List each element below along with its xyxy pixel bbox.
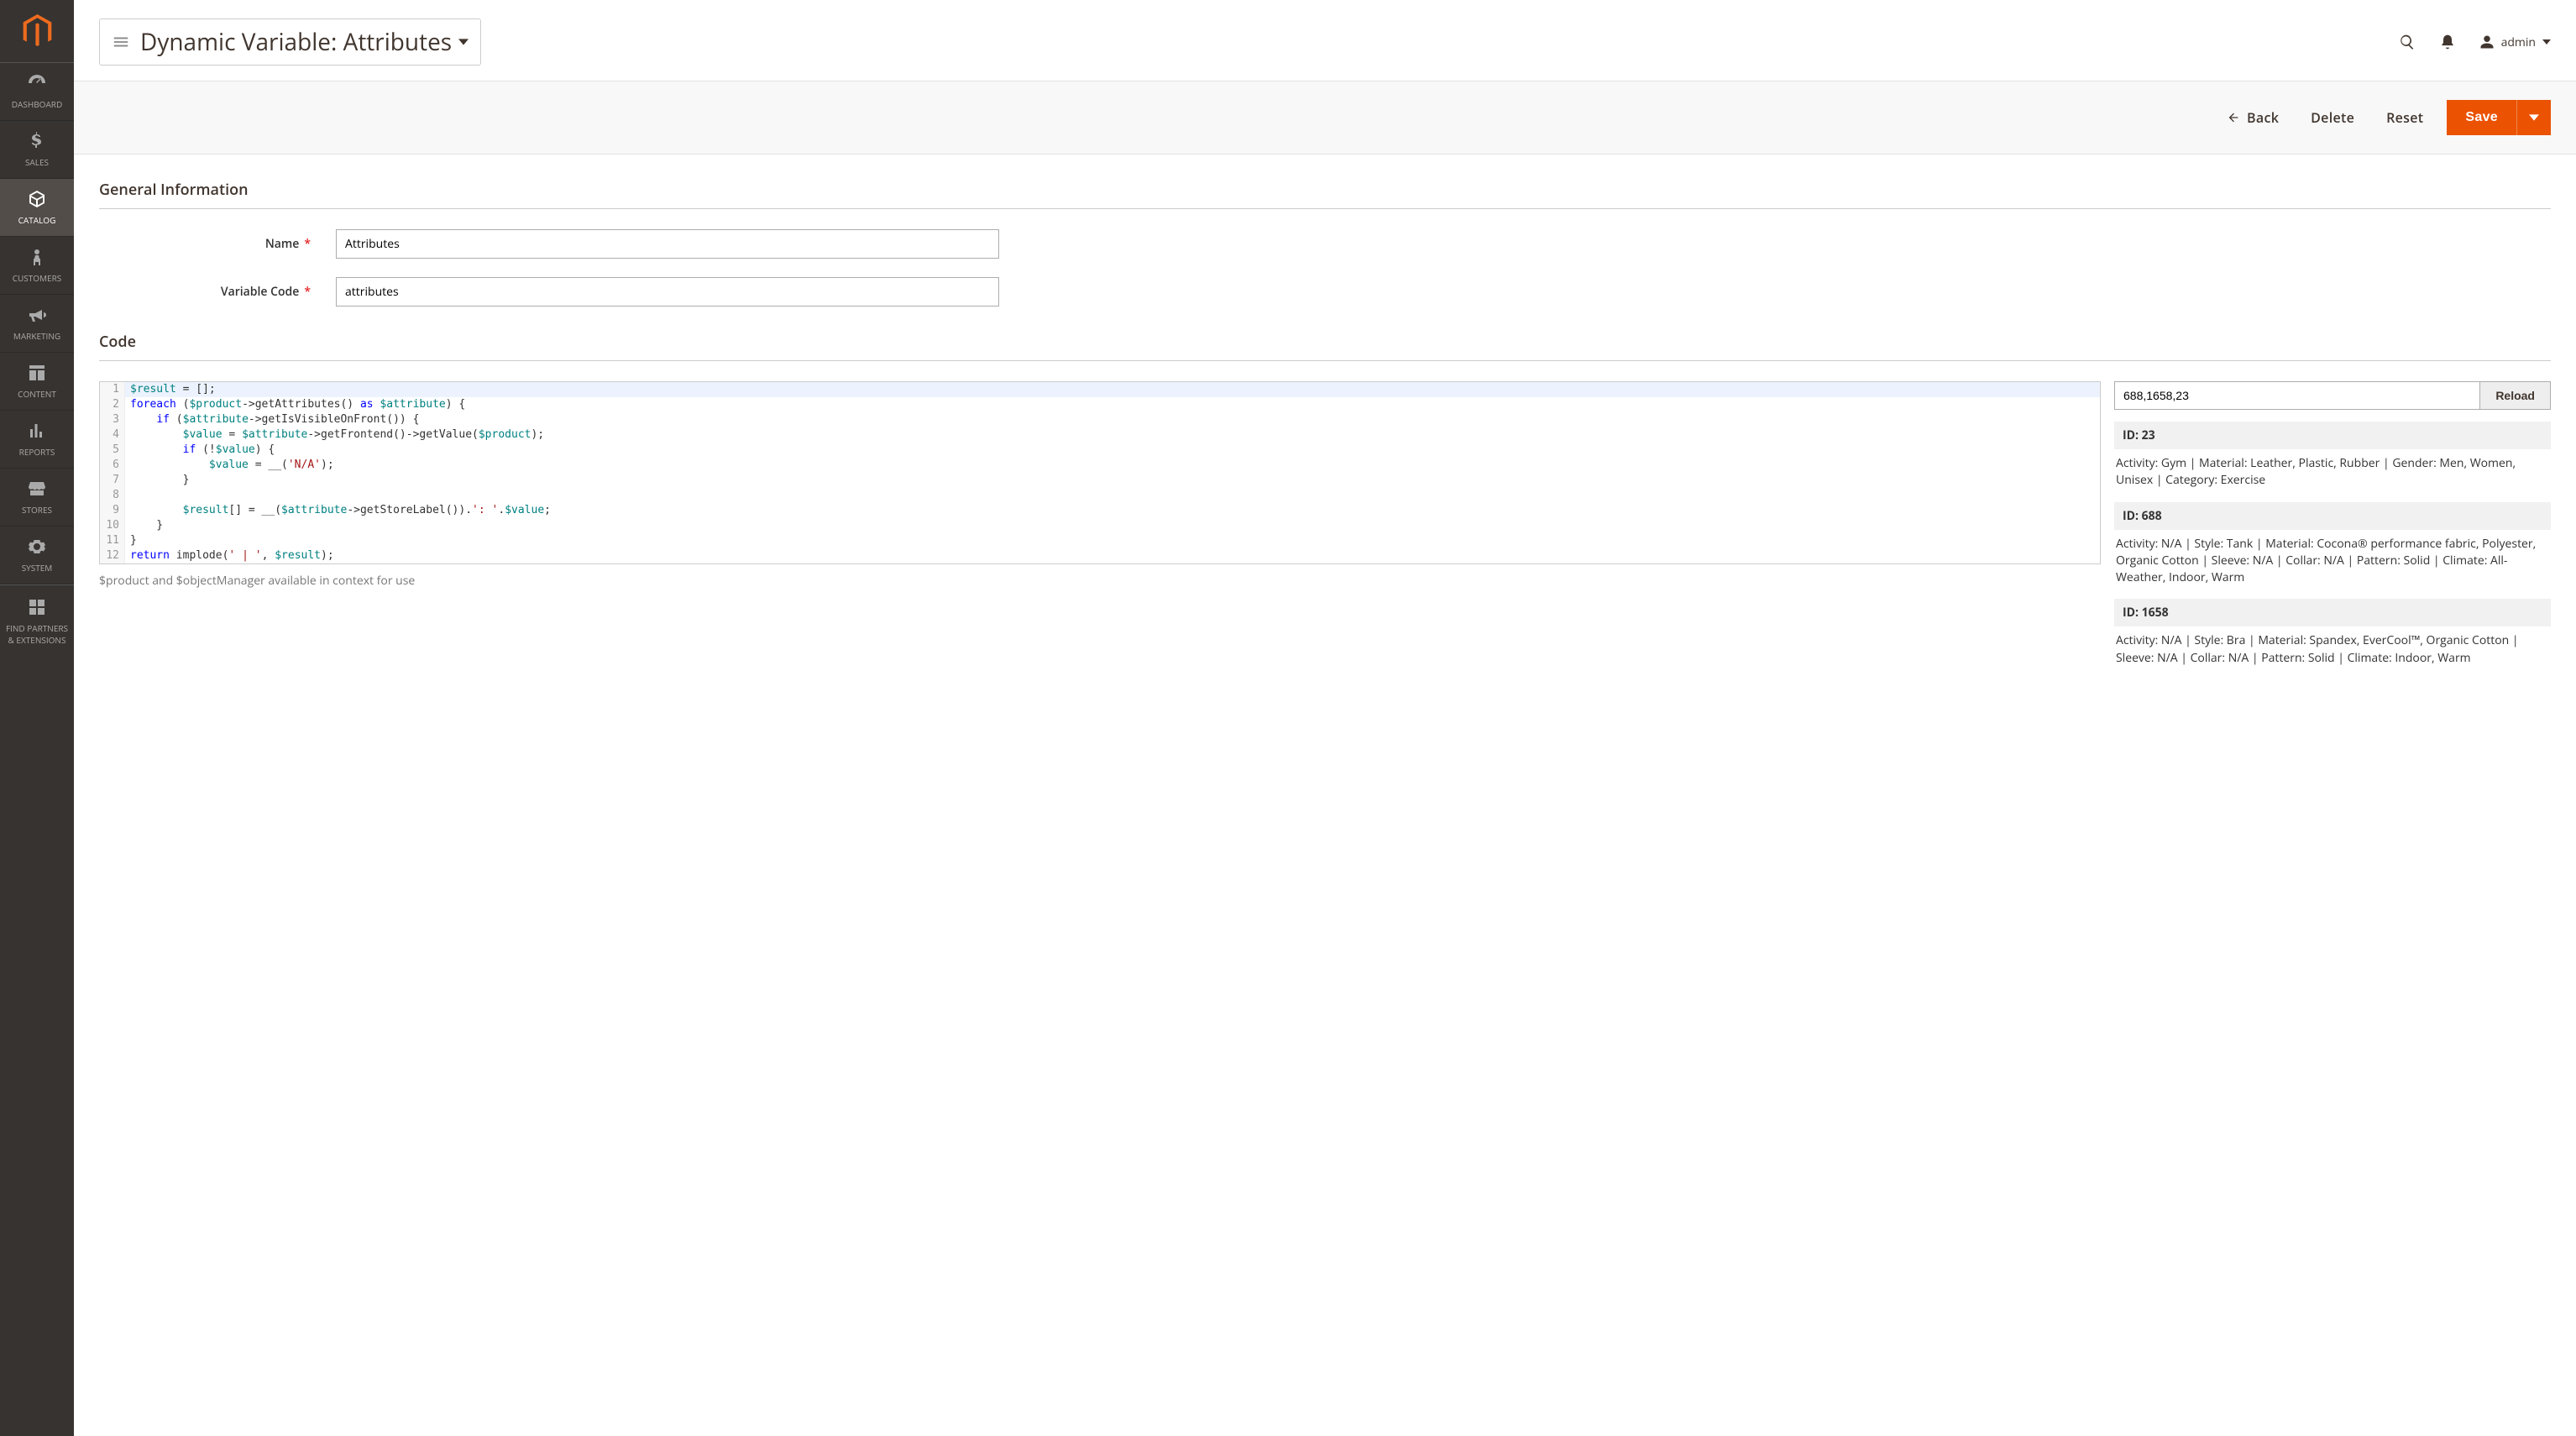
storefront-icon [27,479,47,499]
page-title: Dynamic Variable: Attributes [140,26,452,58]
bullhorn-icon [27,305,47,325]
page-title-dropdown[interactable]: Dynamic Variable: Attributes [99,18,481,66]
preview-result-body: Activity: Gym | Material: Leather, Plast… [2114,449,2551,495]
page-header: Dynamic Variable: Attributes admin [74,0,2576,81]
section-code-title: Code [99,332,2551,352]
variable-code-input[interactable] [336,277,999,307]
search-icon[interactable] [2399,34,2416,50]
preview-result-head: ID: 23 [2114,422,2551,449]
code-line: 8 [100,488,2100,503]
caret-down-icon [2529,113,2539,123]
person-icon [27,247,47,267]
code-line: 9 $result[] = __($attribute->getStoreLab… [100,503,2100,518]
cube-icon [27,189,47,209]
bars-icon [27,421,47,441]
sidebar-item-dashboard[interactable]: DASHBOARD [0,63,74,121]
code-line: 6 $value = __('N/A'); [100,458,2100,473]
name-label: Name* [99,236,336,252]
preview-result: ID: 1658Activity: N/A | Style: Bra | Mat… [2114,599,2551,673]
back-button[interactable]: Back [2227,108,2279,127]
preview-result-head: ID: 1658 [2114,599,2551,626]
preview-result: ID: 23Activity: Gym | Material: Leather,… [2114,422,2551,495]
action-bar: Back Delete Reset Save [74,81,2576,155]
sidebar-item-customers[interactable]: CUSTOMERS [0,237,74,295]
sidebar-item-sales[interactable]: SALES [0,121,74,179]
reset-button[interactable]: Reset [2386,108,2423,127]
caret-down-icon [2542,38,2551,46]
preview-result-head: ID: 688 [2114,502,2551,530]
preview-result-body: Activity: N/A | Style: Tank | Material: … [2114,530,2551,593]
code-line: 4 $value = $attribute->getFrontend()->ge… [100,427,2100,443]
section-general-title: General Information [99,180,2551,200]
sidebar-item-content[interactable]: CONTENT [0,353,74,411]
save-dropdown-button[interactable] [2516,100,2551,135]
preview-result-body: Activity: N/A | Style: Bra | Material: S… [2114,626,2551,673]
code-line: 12return implode(' | ', $result); [100,548,2100,563]
sidebar-item-stores[interactable]: STORES [0,469,74,527]
name-input[interactable] [336,229,999,259]
dashboard-icon [27,73,47,93]
preview-result: ID: 688Activity: N/A | Style: Tank | Mat… [2114,502,2551,593]
sidebar-item-system[interactable]: SYSTEM [0,527,74,584]
sidebar-item-reports[interactable]: REPORTS [0,411,74,469]
code-line: 7 } [100,473,2100,488]
layout-icon [27,363,47,383]
variable-code-label: Variable Code* [99,284,336,300]
notifications-icon[interactable] [2439,34,2456,50]
caret-down-icon [458,37,469,47]
save-button[interactable]: Save [2447,100,2516,135]
admin-sidebar: DASHBOARDSALESCATALOGCUSTOMERSMARKETINGC… [0,0,74,1436]
code-line: 2foreach ($product->getAttributes() as $… [100,397,2100,412]
reload-button[interactable]: Reload [2480,381,2551,410]
user-menu[interactable]: admin [2479,34,2551,50]
sidebar-item-catalog[interactable]: CATALOG [0,179,74,237]
sidebar-item-find-partners-extensions[interactable]: FIND PARTNERS & EXTENSIONS [0,584,74,658]
code-editor[interactable]: 1$result = [];2foreach ($product->getAtt… [99,381,2101,564]
code-line: 3 if ($attribute->getIsVisibleOnFront())… [100,412,2100,427]
dollar-icon [27,131,47,151]
hamburger-icon [112,33,130,51]
blocks-icon [27,597,47,617]
code-line: 5 if (!$value) { [100,443,2100,458]
delete-button[interactable]: Delete [2311,108,2354,127]
magento-logo[interactable] [0,0,74,63]
code-line: 1$result = []; [100,382,2100,397]
code-line: 11} [100,533,2100,548]
gear-icon [27,537,47,557]
code-hint: $product and $objectManager available in… [99,573,2101,589]
code-line: 10 } [100,518,2100,533]
arrow-left-icon [2227,111,2240,124]
preview-ids-input[interactable] [2114,381,2480,410]
user-name: admin [2501,34,2536,50]
sidebar-item-marketing[interactable]: MARKETING [0,295,74,353]
